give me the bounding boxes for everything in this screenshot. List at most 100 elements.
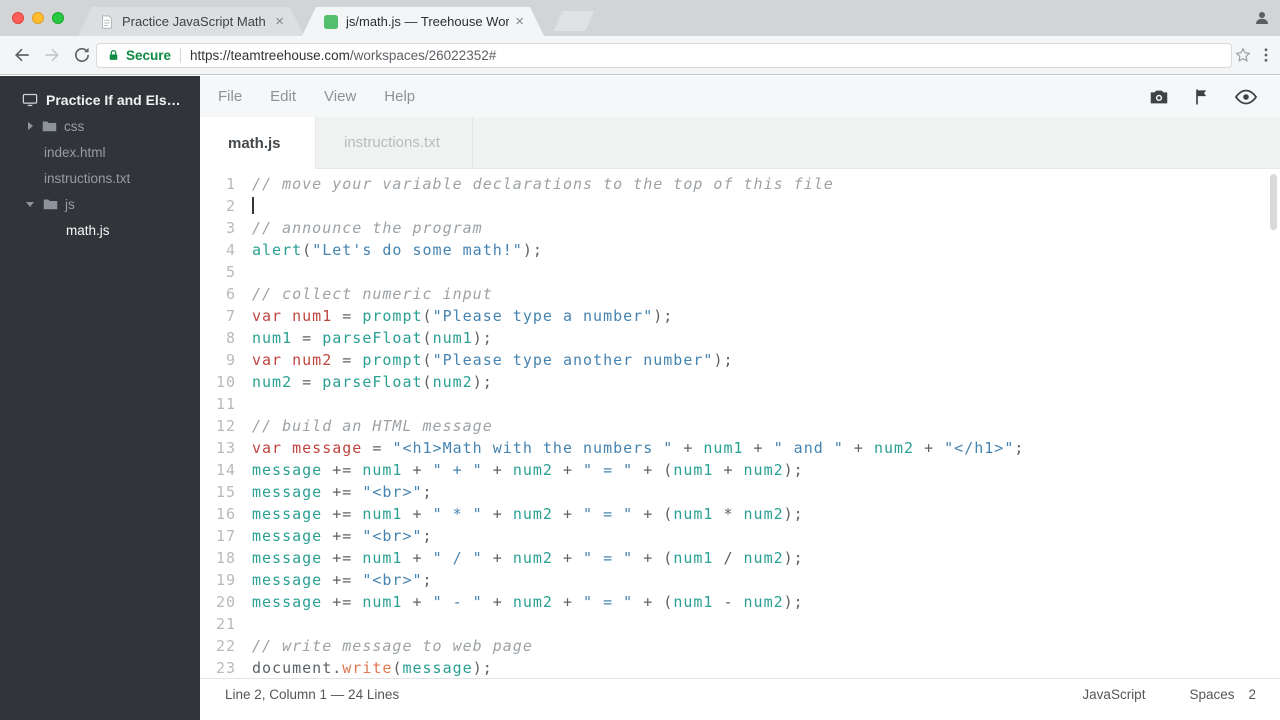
code-token: = (292, 373, 323, 391)
file-tree-sidebar: Practice If and Els… css index.html inst… (0, 76, 200, 720)
code-token: var (252, 307, 283, 325)
line-number: 15 (215, 483, 236, 501)
menu-help[interactable]: Help (384, 88, 415, 105)
flag-icon[interactable] (1192, 87, 1212, 107)
code-line[interactable]: 4 alert("Let's do some math!"); (200, 239, 1280, 261)
close-tab-icon[interactable]: × (275, 14, 284, 29)
code-line[interactable]: 1 // move your variable declarations to t… (200, 173, 1280, 195)
code-line[interactable]: 6 // collect numeric input (200, 283, 1280, 305)
code-line[interactable]: 21 (200, 613, 1280, 635)
sidebar-item-math-js[interactable]: math.js (0, 217, 200, 243)
code-token: " * " (432, 505, 483, 523)
project-root-item[interactable]: Practice If and Els… (0, 87, 200, 113)
sidebar-item-label: js (65, 196, 75, 212)
code-token: parseFloat (322, 329, 423, 347)
code-content: message += num1 + " / " + num2 + " = " +… (252, 547, 804, 569)
code-line[interactable]: 8 num1 = parseFloat(num1); (200, 327, 1280, 349)
editor-status-bar: Line 2, Column 1 — 24 Lines JavaScript S… (200, 678, 1280, 720)
editor-tab-label: math.js (228, 134, 281, 152)
code-line[interactable]: 23 document.write(message); (200, 657, 1280, 678)
code-line[interactable]: 7 var num1 = prompt("Please type a number… (200, 305, 1280, 327)
close-window-button[interactable] (12, 12, 24, 24)
sidebar-item-label: css (64, 118, 85, 134)
code-token: += (322, 461, 363, 479)
eye-preview-icon[interactable] (1234, 85, 1258, 109)
code-token: += (322, 549, 363, 567)
reload-icon[interactable] (72, 45, 92, 65)
code-line[interactable]: 14 message += num1 + " + " + num2 + " = "… (200, 459, 1280, 481)
line-number: 12 (215, 417, 236, 435)
camera-icon[interactable] (1148, 86, 1170, 108)
code-token: " = " (583, 505, 634, 523)
code-token: "<h1>Math with the numbers " (392, 439, 674, 457)
sidebar-item-instructions-txt[interactable]: instructions.txt (0, 165, 200, 191)
scrollbar-thumb[interactable] (1270, 174, 1277, 230)
code-line[interactable]: 11 (200, 393, 1280, 415)
code-token: + (914, 439, 945, 457)
profile-icon[interactable] (1253, 9, 1271, 27)
code-content: message += "<br>"; (252, 525, 433, 547)
code-line[interactable]: 16 message += num1 + " * " + num2 + " = "… (200, 503, 1280, 525)
forward-icon[interactable] (42, 45, 62, 65)
menu-view[interactable]: View (324, 88, 356, 105)
workspace-menubar: File Edit View Help (200, 76, 1280, 117)
new-tab-button[interactable] (553, 11, 595, 31)
code-line[interactable]: 19 message += "<br>"; (200, 569, 1280, 591)
bookmark-star-icon[interactable] (1234, 46, 1252, 69)
code-token: ); (472, 373, 493, 391)
line-number: 22 (215, 637, 236, 655)
code-line[interactable]: 22 // write message to web page (200, 635, 1280, 657)
code-line[interactable]: 18 message += num1 + " / " + num2 + " = "… (200, 547, 1280, 569)
code-line[interactable]: 13 var message = "<h1>Math with the numbe… (200, 437, 1280, 459)
code-line[interactable]: 9 var num2 = prompt("Please type another … (200, 349, 1280, 371)
code-token: + (482, 593, 513, 611)
code-token: message (252, 483, 323, 501)
code-token: num1 (673, 505, 714, 523)
code-line[interactable]: 15 message += "<br>"; (200, 481, 1280, 503)
code-token: ); (472, 659, 493, 677)
code-token: num2 (873, 439, 915, 457)
browser-toolbar: Secure https://teamtreehouse.com /worksp… (0, 36, 1280, 75)
menu-file[interactable]: File (218, 88, 242, 105)
code-token: + ( (633, 461, 674, 479)
editor-tab-math-js[interactable]: math.js (200, 117, 315, 169)
code-line[interactable]: 20 message += num1 + " - " + num2 + " = "… (200, 591, 1280, 613)
line-number: 11 (215, 395, 236, 413)
code-content (252, 195, 254, 217)
code-token: message (252, 461, 323, 479)
code-token: document (252, 659, 333, 677)
sidebar-item-js[interactable]: js (0, 191, 200, 217)
code-token: num2 (512, 593, 553, 611)
minimize-window-button[interactable] (32, 12, 44, 24)
close-tab-icon[interactable]: × (515, 14, 524, 29)
browser-menu-icon[interactable] (1257, 46, 1275, 69)
status-right: JavaScript Spaces 2 (1082, 687, 1256, 720)
editor-tab-instructions-txt[interactable]: instructions.txt (315, 117, 473, 168)
lock-icon (107, 49, 120, 62)
code-content: document.write(message); (252, 657, 493, 678)
code-token: num2 (512, 461, 553, 479)
code-token: num1 (362, 461, 403, 479)
menu-edit[interactable]: Edit (270, 88, 296, 105)
text-cursor (252, 196, 254, 214)
workspace-app: Practice If and Els… css index.html inst… (0, 76, 1280, 720)
code-content: var num2 = prompt("Please type another n… (252, 349, 734, 371)
code-line[interactable]: 3 // announce the program (200, 217, 1280, 239)
code-line[interactable]: 10 num2 = parseFloat(num2); (200, 371, 1280, 393)
code-editor[interactable]: 1 // move your variable declarations to t… (200, 169, 1280, 678)
zoom-window-button[interactable] (52, 12, 64, 24)
code-line[interactable]: 12 // build an HTML message (200, 415, 1280, 437)
chevron-down-icon (26, 201, 34, 207)
code-line[interactable]: 2 (200, 195, 1280, 217)
code-token: "Let's do some math!" (312, 241, 523, 259)
code-line[interactable]: 17 message += "<br>"; (200, 525, 1280, 547)
address-bar[interactable]: Secure https://teamtreehouse.com /worksp… (96, 43, 1232, 68)
code-token: ; (422, 483, 433, 501)
sidebar-item-css[interactable]: css (0, 113, 200, 139)
sidebar-item-index-html[interactable]: index.html (0, 139, 200, 165)
browser-tab-treehouse-workspace[interactable]: js/math.js — Treehouse Works × (302, 7, 544, 36)
code-line[interactable]: 5 (200, 261, 1280, 283)
browser-tab-practice-js-math[interactable]: Practice JavaScript Math × (78, 7, 304, 36)
back-icon[interactable] (12, 45, 32, 65)
